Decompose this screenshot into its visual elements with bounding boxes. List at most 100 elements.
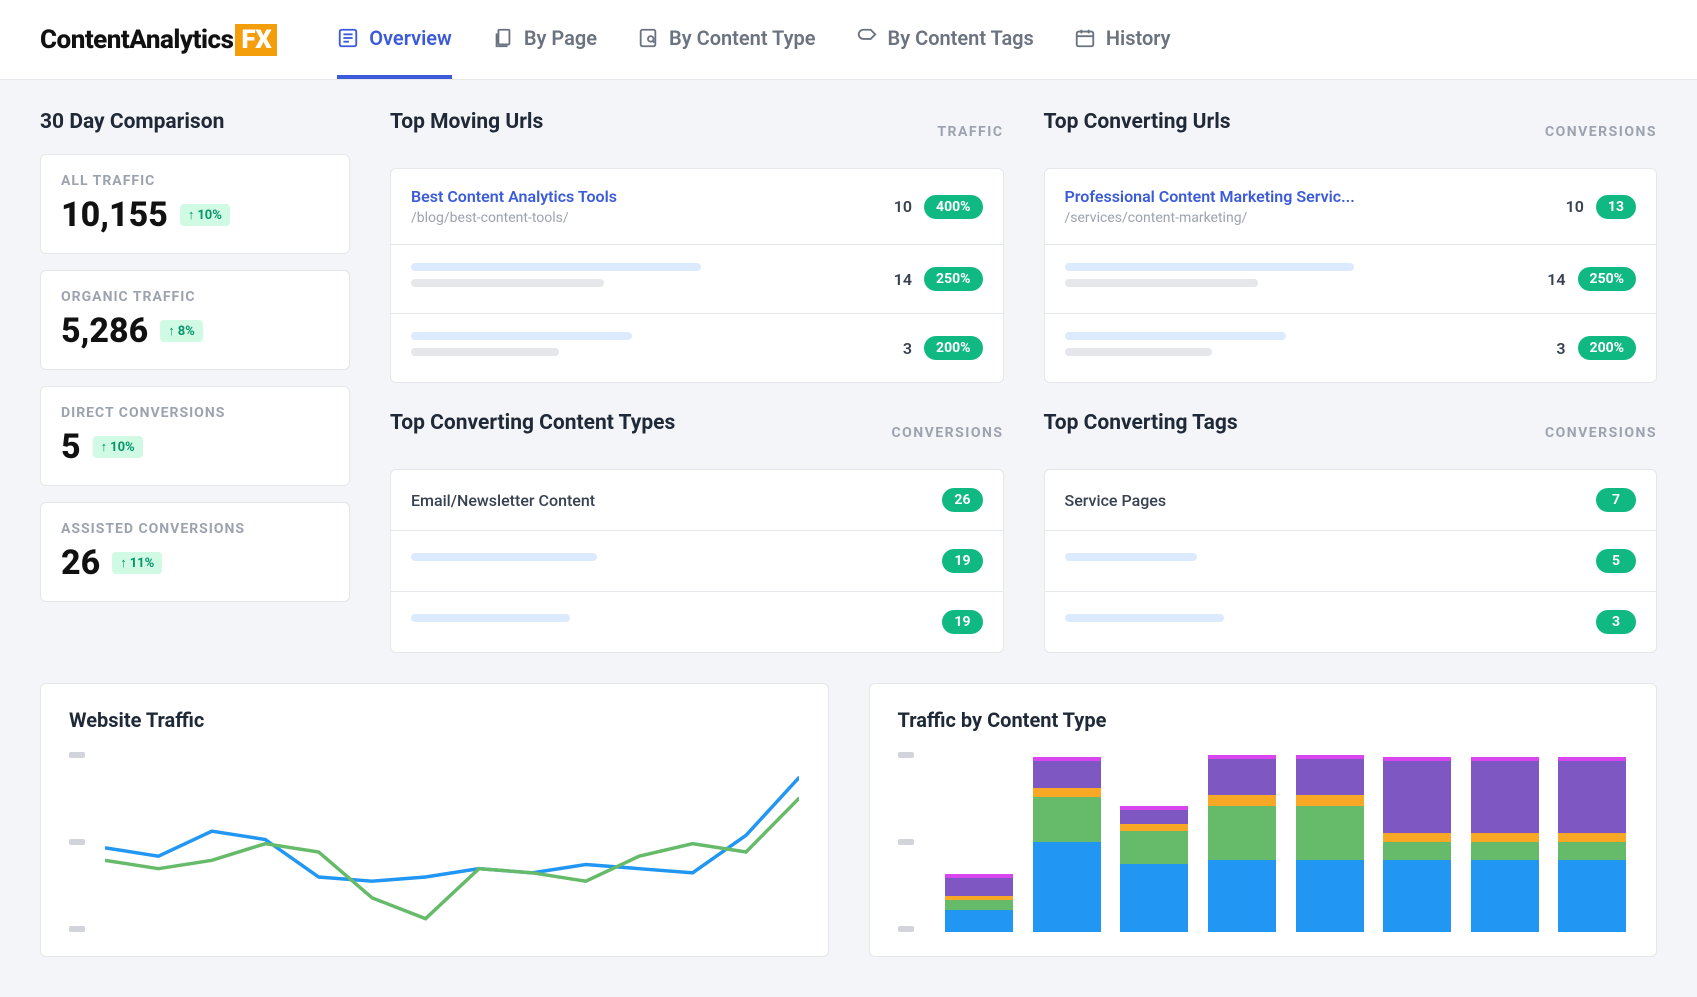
top-moving-panel: Best Content Analytics Tools/blog/best-c… [390,168,1004,383]
arrow-up-icon: ↑ [101,439,108,455]
kpi-delta: ↑10% [93,436,143,458]
bar-segment [1296,860,1364,932]
row-link[interactable]: Best Content Analytics Tools [411,187,894,206]
bar-stack [1558,757,1626,932]
row-text: Service Pages [1065,491,1597,510]
top-moving-sublabel: TRAFFIC [937,124,1003,140]
tab-history[interactable]: History [1074,0,1171,79]
tab-by-page[interactable]: By Page [492,0,597,79]
bar-segment [945,910,1013,932]
row-badge: 400% [924,195,982,219]
bar-segment [1120,864,1188,932]
row-path: /services/content-marketing/ [1065,210,1566,226]
top-converting-urls-panel: Professional Content Marketing Servic...… [1044,168,1658,383]
tab-by-content-type[interactable]: By Content Type [637,0,816,79]
top-moving-title: Top Moving Urls [390,110,543,134]
row-count: 14 [894,270,912,289]
bar-segment [945,878,1013,896]
row-count: 10 [894,197,912,216]
brand-logo: ContentAnalyticsFX [40,25,277,55]
comparison-title: 30 Day Comparison [40,110,350,134]
nav-tabs: Overview By Page By Content Type By Content… [337,0,1170,79]
tab-icon [637,27,659,49]
comparison-column: 30 Day Comparison ALL TRAFFIC10,155↑10%O… [40,110,350,653]
list-row: Email/Newsletter Content26 [391,470,1003,531]
top-tags-sublabel: CONVERSIONS [1545,425,1657,441]
kpi-card: ORGANIC TRAFFIC5,286↑8% [40,270,350,370]
bar-segment [1120,824,1188,831]
top-converting-urls-title: Top Converting Urls [1044,110,1231,134]
tab-label: Overview [369,26,452,50]
bar-stack [1120,806,1188,932]
arrow-up-icon: ↑ [188,207,195,223]
tab-icon [337,27,359,49]
bar-segment [1296,795,1364,806]
bar-segment [1208,860,1276,932]
row-text: Email/Newsletter Content [411,491,942,510]
traffic-by-type-chart [898,752,1629,932]
tab-overview[interactable]: Overview [337,0,452,79]
kpi-value: 26 [61,543,100,583]
top-content-types-title: Top Converting Content Types [390,411,675,435]
bar-segment [1558,842,1626,860]
row-badge: 200% [1578,336,1636,360]
list-row: Professional Content Marketing Servic...… [1045,169,1657,245]
row-badge: 19 [942,610,982,634]
list-row: 3 [1045,592,1657,652]
bar-stack [945,874,1013,932]
bar-segment [1033,797,1101,842]
kpi-label: DIRECT CONVERSIONS [61,405,329,421]
bar-segment [1471,761,1539,833]
website-traffic-chart [69,752,800,932]
right-column: Top Converting Urls CONVERSIONS Professi… [1044,110,1658,653]
list-row: 19 [391,592,1003,652]
top-content-types-sublabel: CONVERSIONS [891,425,1003,441]
row-badge: 7 [1596,488,1636,512]
top-tags-panel: Service Pages7 5 3 [1044,469,1658,653]
kpi-card: ASSISTED CONVERSIONS26↑11% [40,502,350,602]
top-tags-title: Top Converting Tags [1044,411,1238,435]
traffic-by-type-card: Traffic by Content Type [869,683,1658,957]
bar-segment [1296,759,1364,795]
bar-segment [1033,842,1101,932]
row-badge: 26 [942,488,982,512]
row-badge: 200% [924,336,982,360]
list-row: 14 250% [1045,245,1657,314]
list-row: 19 [391,531,1003,592]
bar-segment [1120,810,1188,824]
list-row: 3200% [391,314,1003,382]
row-badge: 5 [1596,549,1636,573]
row-badge: 250% [1578,267,1636,291]
bar-segment [1471,833,1539,842]
row-path: /blog/best-content-tools/ [411,210,894,226]
tab-icon [856,27,878,49]
website-traffic-card: Website Traffic [40,683,829,957]
row-count: 14 [1547,270,1565,289]
chart-line [105,798,799,919]
kpi-delta: ↑8% [160,320,203,342]
bar-segment [1383,761,1451,833]
brand-suffix: FX [235,24,277,56]
row-badge: 13 [1596,195,1636,219]
tab-icon [492,27,514,49]
list-row: 3 200% [1045,314,1657,382]
bar-stack [1296,755,1364,932]
traffic-by-type-title: Traffic by Content Type [898,708,1629,732]
bar-segment [1383,842,1451,860]
kpi-label: ALL TRAFFIC [61,173,329,189]
row-badge: 3 [1596,610,1636,634]
bar-segment [1208,806,1276,860]
row-count: 10 [1566,197,1584,216]
tab-by-content-tags[interactable]: By Content Tags [856,0,1034,79]
row-link[interactable]: Professional Content Marketing Servic... [1065,187,1566,206]
bar-segment [1558,761,1626,833]
kpi-delta: ↑10% [180,204,230,226]
tab-icon [1074,27,1096,49]
brand-name: ContentAnalytics [40,25,233,55]
row-count: 3 [1556,339,1565,358]
kpi-delta: ↑11% [112,552,162,574]
kpi-card: DIRECT CONVERSIONS5↑10% [40,386,350,486]
bar-stack [1471,757,1539,932]
bar-segment [1033,788,1101,797]
bar-segment [1558,833,1626,842]
